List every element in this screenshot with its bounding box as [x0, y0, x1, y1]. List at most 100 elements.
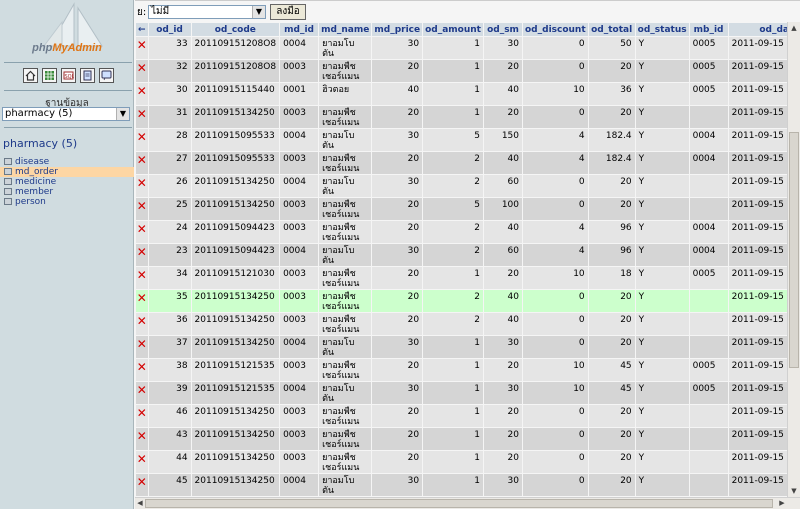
table-row[interactable]: ✕ 46 20110915134250 0003 ยาอมพืช เชอร์แมน 20 1… — [136, 405, 787, 427]
delete-row-button[interactable]: ✕ — [136, 221, 148, 243]
scroll-up-icon[interactable]: ▲ — [788, 22, 800, 34]
table-icon[interactable] — [4, 188, 12, 195]
horizontal-scrollbar[interactable]: ◀ ▶ — [135, 497, 800, 509]
delete-x-icon[interactable]: ✕ — [137, 38, 147, 52]
table-row[interactable]: ✕ 45 20110915134250 0004 ยาอมโบ ตัน 30 1 30 0 20 Y… — [136, 474, 787, 496]
table-row[interactable]: ✕ 30 20110915115440 0001 ฮิวตอย 40 1 40 10 36 Y 000… — [136, 83, 787, 105]
delete-row-button[interactable]: ✕ — [136, 175, 148, 197]
phpmyadmin-logo[interactable]: phpMyAdmin — [0, 0, 134, 60]
table-name[interactable]: medicine — [15, 177, 56, 187]
delete-x-icon[interactable]: ✕ — [137, 222, 147, 236]
column-header-od-date[interactable]: od_date — [728, 23, 787, 36]
table-row[interactable]: ✕ 38 20110915121535 0003 ยาอมพืช เชอร์แมน 20 1… — [136, 359, 787, 381]
column-header-md-id[interactable]: md_id — [280, 23, 319, 36]
sidebar-item-md-order[interactable]: md_order — [0, 167, 134, 177]
delete-x-icon[interactable]: ✕ — [137, 406, 147, 420]
table-row[interactable]: ✕ 36 20110915134250 0003 ยาอมพืช เชอร์แมน 20 2… — [136, 313, 787, 335]
sort-arrow-header[interactable]: ← — [136, 23, 148, 36]
delete-row-button[interactable]: ✕ — [136, 198, 148, 220]
column-header-md-price[interactable]: md_price — [372, 23, 423, 36]
delete-x-icon[interactable]: ✕ — [137, 245, 147, 259]
delete-x-icon[interactable]: ✕ — [137, 130, 147, 144]
delete-x-icon[interactable]: ✕ — [137, 153, 147, 167]
delete-row-button[interactable]: ✕ — [136, 83, 148, 105]
column-header-od-amount[interactable]: od_amount — [423, 23, 483, 36]
table-row[interactable]: ✕ 33 201109151208O8 0004 ยาอมโบ ตัน 30 1 30 0 50 Y… — [136, 37, 787, 59]
delete-x-icon[interactable]: ✕ — [137, 199, 147, 213]
delete-x-icon[interactable]: ✕ — [137, 475, 147, 489]
help-icon[interactable] — [99, 68, 114, 83]
sql-query-icon[interactable]: SQL — [61, 68, 76, 83]
table-row[interactable]: ✕ 37 20110915134250 0004 ยาอมโบ ตัน 30 1 30 0 20 Y… — [136, 336, 787, 358]
delete-row-button[interactable]: ✕ — [136, 106, 148, 128]
database-select[interactable]: pharmacy (5) ▼ — [2, 107, 130, 121]
table-name[interactable]: person — [15, 197, 46, 207]
table-row[interactable]: ✕ 44 20110915134250 0003 ยาอมพืช เชอร์แมน 20 1… — [136, 451, 787, 473]
docs-icon[interactable] — [80, 68, 95, 83]
delete-x-icon[interactable]: ✕ — [137, 107, 147, 121]
table-name[interactable]: disease — [15, 157, 49, 167]
delete-row-button[interactable]: ✕ — [136, 244, 148, 266]
table-row[interactable]: ✕ 35 20110915134250 0003 ยาอมพืช เชอร์แมน 20 2… — [136, 290, 787, 312]
delete-row-button[interactable]: ✕ — [136, 474, 148, 496]
table-row[interactable]: ✕ 43 20110915134250 0003 ยาอมพืช เชอร์แมน 20 1… — [136, 428, 787, 450]
table-icon[interactable] — [4, 158, 12, 165]
home-icon[interactable] — [23, 68, 38, 83]
table-row[interactable]: ✕ 31 20110915134250 0003 ยาอมพืช เชอร์แมน 20 1… — [136, 106, 787, 128]
table-icon[interactable] — [4, 178, 12, 185]
delete-x-icon[interactable]: ✕ — [137, 268, 147, 282]
delete-row-button[interactable]: ✕ — [136, 290, 148, 312]
delete-row-button[interactable]: ✕ — [136, 267, 148, 289]
delete-row-button[interactable]: ✕ — [136, 60, 148, 82]
delete-x-icon[interactable]: ✕ — [137, 452, 147, 466]
delete-x-icon[interactable]: ✕ — [137, 383, 147, 397]
sidebar-item-disease[interactable]: disease — [0, 157, 134, 167]
scroll-left-icon[interactable]: ◀ — [135, 498, 145, 509]
table-icon[interactable] — [4, 198, 12, 205]
delete-row-button[interactable]: ✕ — [136, 152, 148, 174]
column-header-od-id[interactable]: od_id — [148, 23, 191, 36]
table-name[interactable]: member — [15, 187, 53, 197]
horizontal-scroll-thumb[interactable] — [145, 499, 773, 508]
scroll-right-icon[interactable]: ▶ — [777, 498, 787, 509]
delete-x-icon[interactable]: ✕ — [137, 61, 147, 75]
delete-x-icon[interactable]: ✕ — [137, 176, 147, 190]
column-header-od-code[interactable]: od_code — [191, 23, 280, 36]
delete-x-icon[interactable]: ✕ — [137, 291, 147, 305]
sidebar-item-member[interactable]: member — [0, 187, 134, 197]
chevron-down-icon[interactable]: ▼ — [116, 108, 129, 120]
table-name[interactable]: md_order — [15, 167, 58, 177]
sidebar-item-person[interactable]: person — [0, 197, 134, 207]
go-button[interactable]: ลงมือ — [270, 4, 306, 20]
table-row[interactable]: ✕ 32 201109151208O8 0003 ยาอมพืช เชอร์แมน 20 1… — [136, 60, 787, 82]
delete-row-button[interactable]: ✕ — [136, 129, 148, 151]
column-header-md-name[interactable]: md_name — [319, 23, 372, 36]
delete-x-icon[interactable]: ✕ — [137, 337, 147, 351]
table-row[interactable]: ✕ 26 20110915134250 0004 ยาอมโบ ตัน 30 2 60 0 20 Y… — [136, 175, 787, 197]
delete-row-button[interactable]: ✕ — [136, 359, 148, 381]
vertical-scroll-thumb[interactable] — [789, 132, 799, 368]
delete-row-button[interactable]: ✕ — [136, 37, 148, 59]
vertical-scrollbar[interactable]: ▲ ▼ — [787, 22, 800, 497]
chevron-down-icon[interactable]: ▼ — [252, 6, 265, 18]
delete-row-button[interactable]: ✕ — [136, 382, 148, 404]
table-grid-icon[interactable] — [42, 68, 57, 83]
scroll-down-icon[interactable]: ▼ — [788, 485, 800, 497]
column-header-od-discount[interactable]: od_discount — [523, 23, 588, 36]
delete-x-icon[interactable]: ✕ — [137, 314, 147, 328]
table-row[interactable]: ✕ 25 20110915134250 0003 ยาอมพืช เชอร์แมน 20 5… — [136, 198, 787, 220]
table-row[interactable]: ✕ 39 20110915121535 0004 ยาอมโบ ตัน 30 1 30 10 45… — [136, 382, 787, 404]
delete-x-icon[interactable]: ✕ — [137, 360, 147, 374]
action-select[interactable]: ไม่มี ▼ — [148, 5, 266, 19]
table-row[interactable]: ✕ 28 20110915095533 0004 ยาอมโบ ตัน 30 5 150 4 18… — [136, 129, 787, 151]
delete-row-button[interactable]: ✕ — [136, 428, 148, 450]
database-title-link[interactable]: pharmacy (5) — [3, 137, 77, 150]
delete-x-icon[interactable]: ✕ — [137, 429, 147, 443]
delete-row-button[interactable]: ✕ — [136, 336, 148, 358]
column-header-od-status[interactable]: od_status — [635, 23, 689, 36]
delete-row-button[interactable]: ✕ — [136, 451, 148, 473]
column-header-od-sm[interactable]: od_sm — [484, 23, 522, 36]
delete-row-button[interactable]: ✕ — [136, 313, 148, 335]
table-row[interactable]: ✕ 34 20110915121030 0003 ยาอมพืช เชอร์แมน 20 1… — [136, 267, 787, 289]
sidebar-item-medicine[interactable]: medicine — [0, 177, 134, 187]
